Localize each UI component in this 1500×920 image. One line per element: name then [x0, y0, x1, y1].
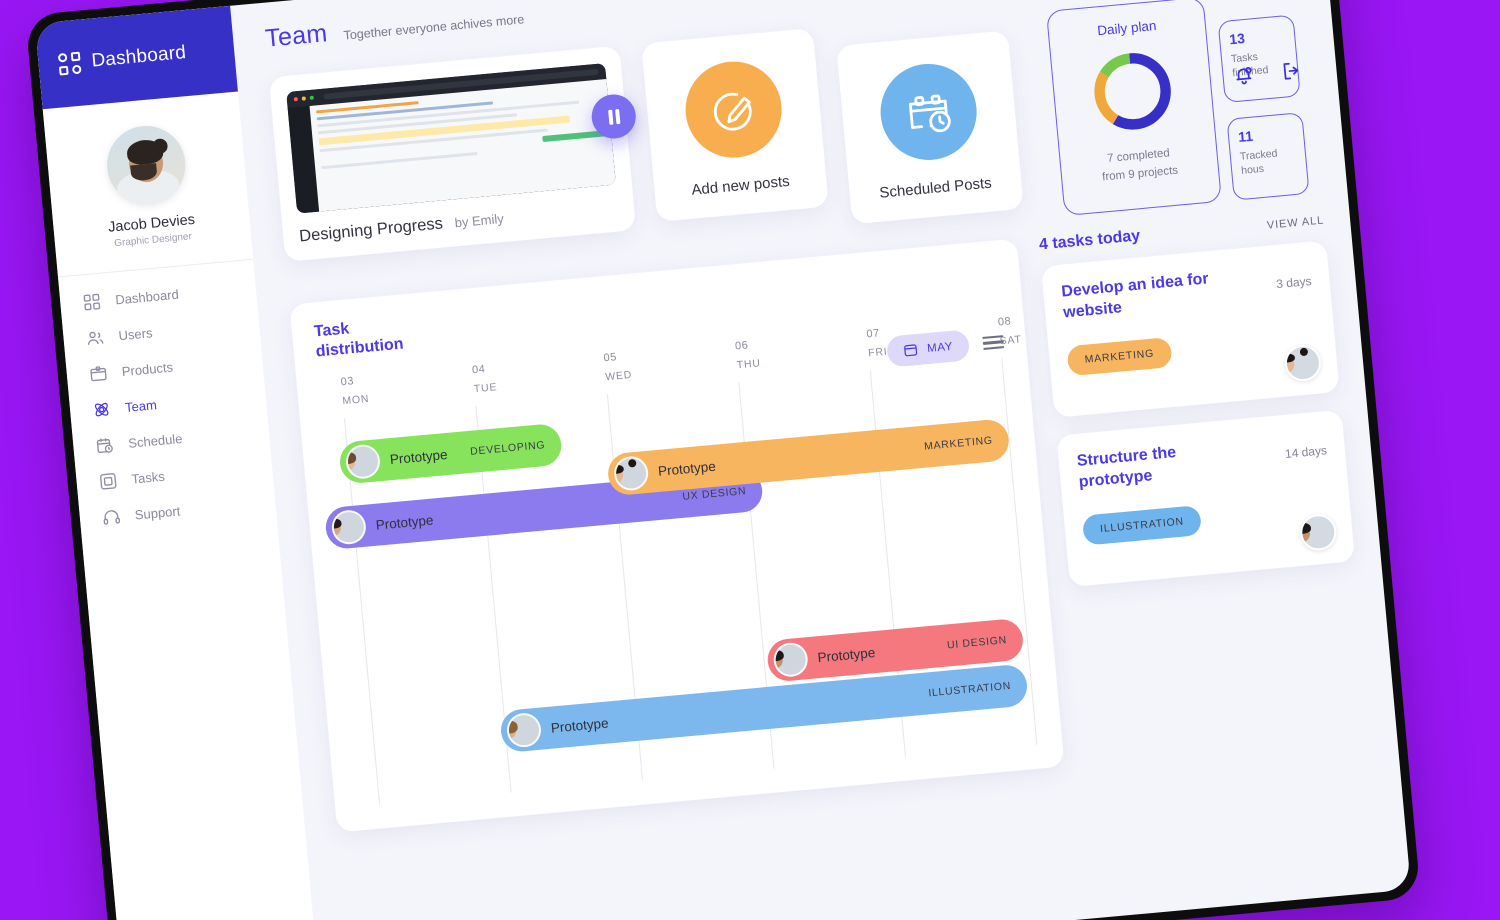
gantt-bar-tag: DEVELOPING: [469, 439, 546, 458]
gantt-bar-name: Prototype: [816, 644, 876, 665]
daily-plan-title: Daily plan: [1096, 17, 1158, 39]
gantt-bar-name: Prototype: [657, 458, 717, 479]
task-card-duration: 14 days: [1284, 443, 1328, 462]
avatar: [1283, 343, 1323, 383]
gantt-bar-name: Prototype: [550, 715, 610, 736]
video-title: Designing Progress: [298, 214, 444, 246]
main-content: Team Together everyone achives more Desi…: [230, 0, 1411, 920]
sidebar-item-products[interactable]: Products: [88, 349, 263, 384]
avatar: [344, 443, 382, 481]
task-card-title: Develop an idea for website: [1060, 270, 1210, 322]
video-author: by Emily: [454, 210, 505, 231]
sidebar-item-label: Users: [117, 325, 154, 344]
gantt-bar-tag: MARKETING: [923, 434, 994, 453]
users-icon: [85, 328, 106, 349]
pencil-circle-icon: [681, 57, 786, 162]
app-window: Dashboard Jacob Devies Graphic Designer: [34, 0, 1412, 920]
daily-plan-donut-chart: [1087, 46, 1178, 137]
stat-tracked-hours: 11 Tracked hous: [1226, 112, 1310, 201]
task-card-tag: ILLUSTRATION: [1081, 504, 1203, 546]
scheduled-posts-card[interactable]: Scheduled Posts: [836, 30, 1024, 225]
sidebar-title: Dashboard: [90, 42, 187, 72]
sidebar-item-tasks[interactable]: Tasks: [98, 457, 273, 492]
square-icon: [98, 471, 119, 492]
headset-icon: [101, 507, 122, 528]
stat-value: 11: [1237, 127, 1254, 145]
sidebar-item-label: Dashboard: [114, 286, 180, 308]
logout-icon[interactable]: [1279, 59, 1303, 83]
gantt-title: Task distribution: [313, 320, 405, 361]
gantt-bar-developing[interactable]: Prototype DEVELOPING: [338, 422, 564, 485]
avatar: [772, 641, 810, 679]
add-new-posts-card[interactable]: Add new posts: [641, 28, 829, 222]
calendar-clock-icon: [876, 59, 981, 165]
video-card[interactable]: Designing Progress by Emily: [268, 45, 638, 262]
grid-icon: [82, 292, 103, 313]
avatar: [103, 122, 189, 208]
profile-block: Jacob Devies Graphic Designer: [42, 91, 254, 278]
task-card[interactable]: Structure the prototype 14 days ILLUSTRA…: [1056, 409, 1356, 588]
avatar: [1298, 512, 1338, 552]
sidebar-item-label: Support: [134, 503, 181, 523]
tasks-today-panel: 4 tasks today VIEW ALL Develop an idea f…: [1038, 211, 1356, 605]
task-card-title: Structure the prototype: [1076, 443, 1177, 491]
grid-icon: [57, 51, 82, 76]
avatar: [505, 711, 543, 749]
avatar: [612, 454, 650, 492]
sidebar-nav: Dashboard Users Products Team Schedule T…: [58, 260, 276, 530]
gantt-bar-marketing[interactable]: Prototype MARKETING: [606, 418, 1011, 497]
page-title: Team: [263, 19, 329, 53]
gantt-bar-illustration[interactable]: Prototype ILLUSTRATION: [499, 663, 1029, 754]
sidebar-item-team[interactable]: Team: [91, 385, 266, 420]
sidebar-item-label: Products: [121, 359, 174, 380]
sidebar-item-label: Team: [124, 397, 158, 415]
gantt-bar-tag: ILLUSTRATION: [927, 679, 1012, 700]
sidebar-item-users[interactable]: Users: [85, 314, 260, 349]
atom-icon: [91, 399, 112, 420]
daily-plan-panel: Daily plan 7 completed from 9 projects 1…: [1045, 0, 1310, 217]
stat-tasks-finished: 13 Tasks finished: [1217, 14, 1301, 104]
sidebar-item-schedule[interactable]: Schedule: [95, 421, 270, 456]
box-icon: [88, 363, 109, 384]
sidebar-item-support[interactable]: Support: [101, 493, 276, 528]
stat-label: Tracked hous: [1239, 147, 1278, 178]
task-card[interactable]: Develop an idea for website 3 days MARKE…: [1041, 240, 1340, 418]
sidebar-item-label: Schedule: [127, 430, 184, 451]
view-all-button[interactable]: VIEW ALL: [1266, 215, 1324, 232]
gantt-bar-tag: UI DESIGN: [946, 634, 1008, 652]
task-distribution-card: Task distribution MAY 03 MON 04 TUE 05 W…: [289, 238, 1065, 833]
sidebar-item-dashboard[interactable]: Dashboard: [82, 278, 257, 313]
avatar: [330, 508, 368, 546]
stat-value: 13: [1228, 30, 1246, 48]
sidebar-item-label: Tasks: [130, 468, 166, 487]
tasks-today-title: 4 tasks today: [1038, 227, 1141, 254]
task-card-duration: 3 days: [1275, 273, 1313, 292]
device-frame: Dashboard Jacob Devies Graphic Designer: [25, 0, 1421, 920]
daily-plan-card: Daily plan 7 completed from 9 projects: [1045, 0, 1222, 217]
action-card-label: Scheduled Posts: [878, 174, 993, 202]
video-thumbnail: [286, 63, 616, 214]
calendar-clock-icon: [95, 435, 116, 456]
action-card-label: Add new posts: [690, 172, 791, 199]
gantt-bar-name: Prototype: [389, 446, 449, 467]
page-subtitle: Together everyone achives more: [343, 12, 525, 43]
task-card-tag: MARKETING: [1066, 336, 1173, 376]
gantt-plot: 03 MON 04 TUE 05 WED 06 THU 07 FRI 08 SA…: [318, 315, 1040, 806]
stat-column: 13 Tasks finished 11 Tracked hous: [1215, 0, 1310, 201]
lower-section: Task distribution MAY 03 MON 04 TUE 05 W…: [289, 211, 1371, 833]
notification-bell-icon[interactable]: [1232, 63, 1256, 87]
gantt-bar-name: Prototype: [375, 512, 434, 533]
